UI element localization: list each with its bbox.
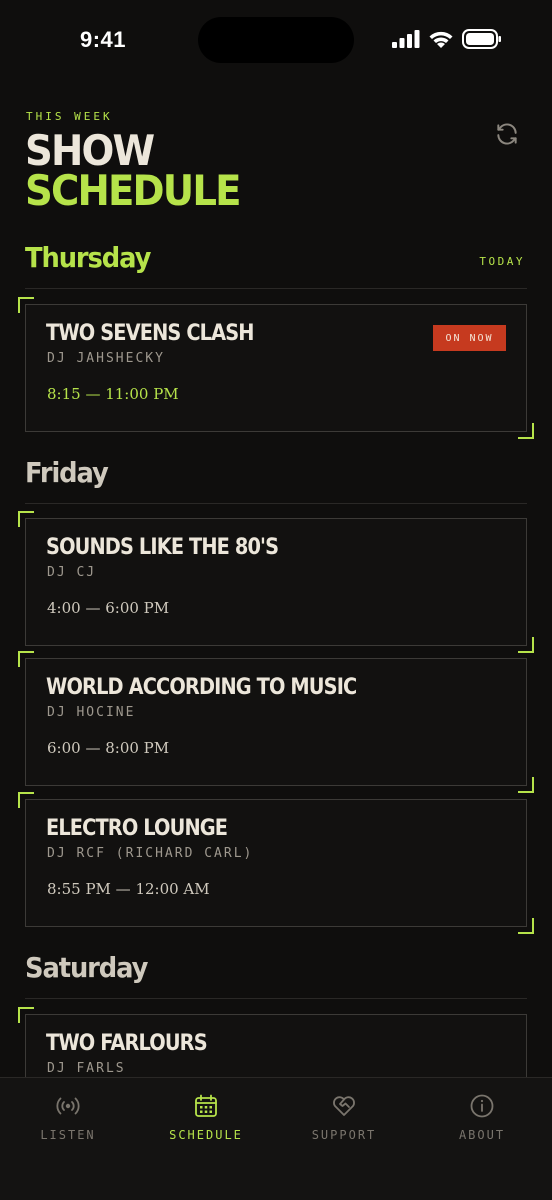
day-header-friday: Friday [25,456,527,504]
show-title: TWO SEVENS CLASH [46,321,255,346]
day-header-thursday: Thursday TODAY [25,241,527,289]
show-dj: DJ RCF (RICHARD CARL) [47,846,254,861]
tab-listen[interactable]: LISTEN [13,1092,123,1142]
cellular-signal-icon [392,30,420,48]
show-title: TWO FARLOURS [46,1031,208,1056]
show-dj: DJ FARLS [47,1061,126,1076]
show-title: SOUNDS LIKE THE 80'S [46,535,279,560]
calendar-icon [195,1094,217,1117]
show-card[interactable]: SOUNDS LIKE THE 80'S DJ CJ 4:00 — 6:00 P… [18,511,534,653]
tab-about[interactable]: ABOUT [427,1092,537,1142]
corner-bracket [518,918,534,934]
show-time: 8:15 — 11:00 PM [47,385,179,403]
show-title: ELECTRO LOUNGE [46,816,228,841]
show-card[interactable]: TWO SEVENS CLASH DJ JAHSHECKY 8:15 — 11:… [18,297,534,439]
day-name: Saturday [25,951,148,984]
page-title: SHOW SCHEDULE [25,126,242,215]
corner-bracket [18,651,34,667]
corner-bracket [518,423,534,439]
dynamic-island [198,17,354,63]
corner-bracket [518,637,534,653]
tab-label: SCHEDULE [169,1128,243,1142]
status-icons [392,29,502,49]
tab-schedule[interactable]: SCHEDULE [151,1092,261,1142]
today-label: TODAY [479,255,525,268]
tab-label: LISTEN [40,1128,96,1142]
show-dj: DJ CJ [47,565,97,580]
show-time: 6:00 — 8:00 PM [47,739,170,757]
page-title-line1: SHOW [25,126,155,175]
status-time: 9:41 [80,27,127,52]
show-time: 4:00 — 6:00 PM [47,599,170,617]
on-now-badge: ON NOW [433,325,506,351]
corner-bracket [18,792,34,808]
show-dj: DJ JAHSHECKY [47,351,165,366]
corner-bracket [518,777,534,793]
day-name: Friday [25,456,109,489]
section-eyebrow: THIS WEEK [26,110,113,123]
day-name: Thursday [25,241,151,274]
corner-bracket [18,297,34,313]
tab-label: ABOUT [458,1128,506,1142]
show-dj: DJ HOCINE [47,705,136,720]
wifi-icon [429,31,453,48]
heart-handshake-icon [333,1096,355,1116]
corner-bracket [18,1007,34,1023]
info-icon [470,1094,494,1118]
tab-label: SUPPORT [311,1128,377,1142]
corner-bracket [18,511,34,527]
show-time: 8:55 PM — 12:00 AM [47,880,210,898]
broadcast-icon [56,1097,80,1115]
tab-support[interactable]: SUPPORT [289,1092,399,1142]
day-header-saturday: Saturday [25,951,527,999]
show-card[interactable]: WORLD ACCORDING TO MUSIC DJ HOCINE 6:00 … [18,651,534,793]
status-bar: 9:41 [0,0,552,82]
page-title-line2: SCHEDULE [25,166,242,215]
tab-bar: LISTEN SCHEDULE SUPPORT ABOUT [0,1077,552,1200]
show-title: WORLD ACCORDING TO MUSIC [46,675,357,700]
refresh-icon[interactable] [494,121,520,147]
battery-icon [462,29,501,49]
show-card[interactable]: ELECTRO LOUNGE DJ RCF (RICHARD CARL) 8:5… [18,792,534,934]
